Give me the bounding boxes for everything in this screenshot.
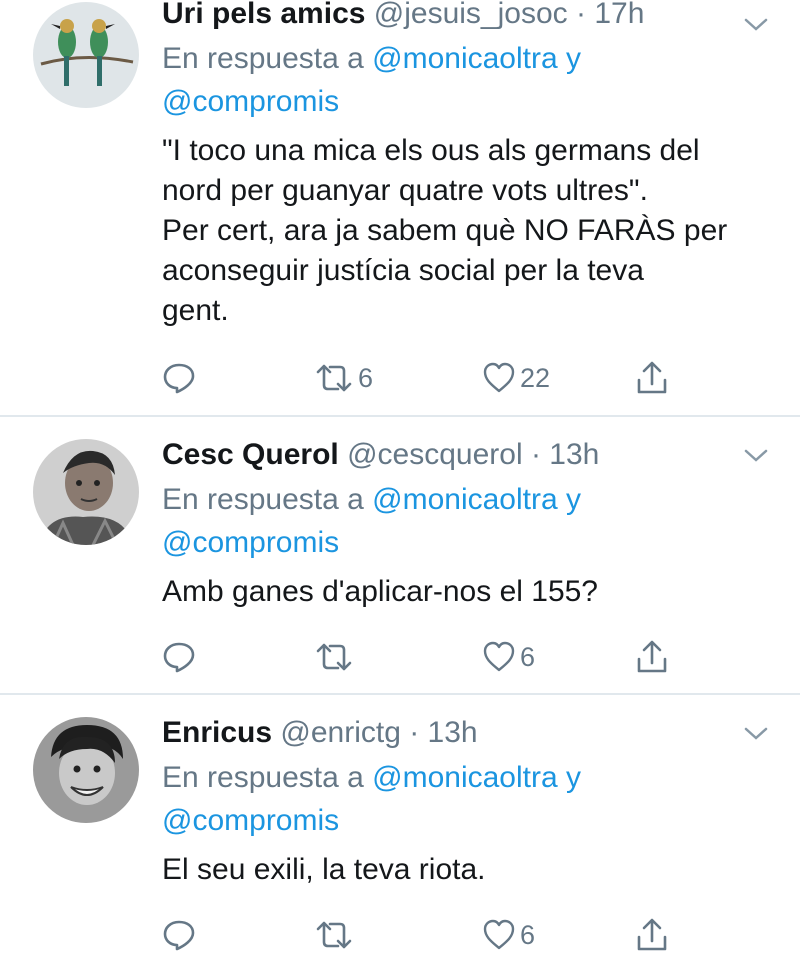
- grinning-man-icon: [33, 717, 139, 823]
- tweet-header: Enricus @enrictg · 13h: [162, 713, 762, 753]
- reply-and: y: [566, 42, 582, 75]
- user-name[interactable]: Enricus: [162, 716, 272, 749]
- mention-link[interactable]: @monicaoltra: [372, 761, 558, 794]
- reply-icon: [163, 920, 195, 951]
- like-button[interactable]: 6: [482, 915, 535, 955]
- tweet-text-line: Amb ganes d'aplicar-nos el 155?: [162, 575, 598, 608]
- share-button[interactable]: [634, 358, 670, 398]
- tweet-text-line: aconseguir justícia social per la teva: [162, 254, 644, 287]
- heart-icon: [483, 641, 515, 672]
- share-button[interactable]: [634, 637, 670, 677]
- retweet-count: 6: [358, 362, 374, 393]
- mention-link[interactable]: @monicaoltra: [372, 42, 558, 75]
- bee-eater-birds-icon: [33, 2, 139, 108]
- avatar[interactable]: [33, 2, 139, 108]
- tweet-actions: 6: [162, 637, 682, 677]
- reply-and: y: [566, 483, 582, 516]
- chevron-down-icon[interactable]: [744, 449, 768, 468]
- user-name[interactable]: Uri pels amics: [162, 0, 365, 30]
- retweet-button[interactable]: [314, 915, 354, 955]
- like-count: 6: [520, 641, 536, 672]
- reply-prefix: En respuesta a: [162, 483, 364, 516]
- share-icon: [637, 361, 667, 394]
- avatar[interactable]: [33, 717, 139, 823]
- mention-link[interactable]: @compromis: [162, 804, 339, 837]
- tweet-header: Uri pels amics @jesuis_josoc · 17h: [162, 0, 762, 34]
- retweet-icon: [316, 643, 352, 671]
- reply-prefix: En respuesta a: [162, 761, 364, 794]
- reply-icon: [163, 642, 195, 673]
- reply-icon: [163, 363, 195, 394]
- heart-icon: [483, 362, 515, 393]
- retweet-button[interactable]: 6: [314, 358, 373, 398]
- user-name[interactable]: Cesc Querol: [162, 438, 339, 471]
- mention-link[interactable]: @monicaoltra: [372, 483, 558, 516]
- mention-link[interactable]: @compromis: [162, 526, 339, 559]
- man-portrait-icon: [33, 439, 139, 545]
- tweet-text: "I toco una mica els ous als germans del…: [162, 131, 762, 331]
- tweet-text-line: nord per guanyar quatre vots ultres".: [162, 174, 648, 207]
- reply-context: En respuesta a @monicaoltra y @compromis: [162, 478, 762, 564]
- tweet-actions: 6 22: [162, 358, 682, 398]
- tweet-text-line: El seu exili, la teva riota.: [162, 853, 486, 886]
- reply-button[interactable]: [162, 915, 196, 955]
- reply-prefix: En respuesta a: [162, 42, 364, 75]
- reply-button[interactable]: [162, 358, 196, 398]
- reply-and: y: [566, 761, 582, 794]
- timestamp[interactable]: · 13h: [531, 438, 599, 471]
- like-button[interactable]: 22: [482, 358, 550, 398]
- chevron-down-icon[interactable]: [744, 18, 768, 37]
- tweet[interactable]: Cesc Querol @cescquerol · 13h En respues…: [0, 417, 800, 693]
- timestamp[interactable]: · 13h: [409, 716, 477, 749]
- like-button[interactable]: 6: [482, 637, 535, 677]
- share-icon: [637, 640, 667, 673]
- retweet-icon: [316, 364, 352, 392]
- heart-icon: [483, 919, 515, 950]
- tweet-text-line: gent.: [162, 294, 229, 327]
- mention-link[interactable]: @compromis: [162, 85, 339, 118]
- tweet-actions: 6: [162, 915, 682, 955]
- user-handle[interactable]: @enrictg: [280, 716, 401, 749]
- retweet-icon: [316, 921, 352, 949]
- tweet-text: El seu exili, la teva riota.: [162, 850, 762, 890]
- reply-button[interactable]: [162, 637, 196, 677]
- reply-context: En respuesta a @monicaoltra y @compromis: [162, 756, 762, 842]
- tweet-text-line: Per cert, ara ja sabem què NO FARÀS per: [162, 214, 728, 247]
- user-handle[interactable]: @cescquerol: [347, 438, 523, 471]
- tweet[interactable]: Uri pels amics @jesuis_josoc · 17h En re…: [0, 0, 800, 415]
- share-button[interactable]: [634, 915, 670, 955]
- chevron-down-icon[interactable]: [744, 727, 768, 746]
- like-count: 22: [520, 362, 551, 393]
- tweet-text-line: "I toco una mica els ous als germans del: [162, 134, 700, 167]
- tweet[interactable]: Enricus @enrictg · 13h En respuesta a @m…: [0, 695, 800, 966]
- timestamp[interactable]: · 17h: [576, 0, 644, 30]
- like-count: 6: [520, 919, 536, 950]
- retweet-button[interactable]: [314, 637, 354, 677]
- tweet-text: Amb ganes d'aplicar-nos el 155?: [162, 572, 762, 612]
- share-icon: [637, 918, 667, 951]
- user-handle[interactable]: @jesuis_josoc: [374, 0, 568, 30]
- reply-context: En respuesta a @monicaoltra y @compromis: [162, 37, 762, 123]
- tweet-header: Cesc Querol @cescquerol · 13h: [162, 435, 762, 475]
- avatar[interactable]: [33, 439, 139, 545]
